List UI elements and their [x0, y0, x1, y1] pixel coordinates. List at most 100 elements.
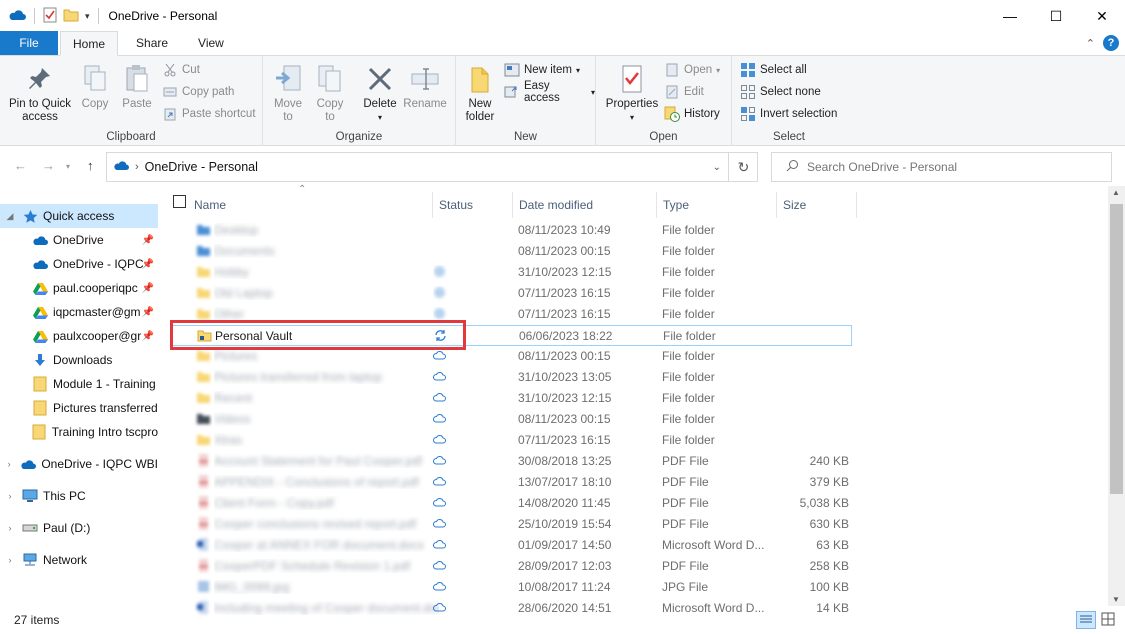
tab-share[interactable]: Share — [124, 31, 180, 55]
select-all-button[interactable]: Select all — [740, 60, 807, 80]
scrollbar-thumb[interactable] — [1110, 204, 1123, 494]
folder-icon — [197, 435, 210, 445]
tab-view[interactable]: View — [186, 31, 236, 55]
table-row[interactable]: Hobby 31/10/2023 12:15 File folder — [170, 262, 852, 283]
delete-button[interactable]: Delete ▾ — [361, 62, 399, 124]
nav-this-pc-label: This PC — [43, 489, 86, 503]
edit-button[interactable]: Edit — [664, 82, 704, 102]
column-header-size[interactable]: Size — [777, 192, 857, 218]
table-row[interactable]: Xtras 07/11/2023 16:15 File folder — [170, 430, 852, 451]
paste-shortcut-button[interactable]: Paste shortcut — [162, 104, 256, 124]
table-row[interactable]: Account Statement for Paul Cooper.pdf 30/… — [170, 451, 852, 472]
back-arrow-icon[interactable]: ← — [14, 158, 27, 173]
sidebar-item-1[interactable]: OneDrive - IQPC 📌 — [0, 252, 158, 276]
invert-selection-button[interactable]: Invert selection — [740, 104, 837, 124]
details-view-icon[interactable] — [1076, 611, 1096, 629]
table-row[interactable]: Cooper conclusions revised report.pdf 25/… — [170, 514, 852, 535]
rename-button[interactable]: Rename — [403, 62, 447, 111]
nav-network[interactable]: › Network — [0, 548, 158, 572]
column-header-date-modified[interactable]: Date modified — [513, 192, 657, 218]
nav-onedrive-iqpc-wbi[interactable]: › OneDrive - IQPC WBI — [0, 452, 158, 476]
close-button[interactable]: ✕ — [1079, 0, 1125, 32]
history-button[interactable]: History — [664, 104, 720, 124]
table-row[interactable]: CooperPDF Schedule Revision 1.pdf 28/09/2… — [170, 556, 852, 577]
scroll-down-icon[interactable]: ▼ — [1112, 595, 1120, 604]
file-status — [433, 475, 453, 489]
sidebar-item-7[interactable]: Pictures transferred — [0, 396, 158, 420]
sidebar-item-2[interactable]: paul.cooperiqpc 📌 — [0, 276, 158, 300]
address-dropdown-icon[interactable]: ⌄ — [713, 162, 721, 173]
minimize-button[interactable]: — — [987, 0, 1033, 32]
sidebar-item-4[interactable]: paulxcooper@gr 📌 — [0, 324, 158, 348]
search-box[interactable] — [771, 152, 1112, 182]
collapsed-chevron-icon[interactable]: › — [4, 459, 14, 469]
open-dropdown-icon: ▾ — [716, 65, 721, 75]
vertical-scrollbar[interactable]: ▲ ▼ — [1108, 186, 1125, 606]
nav-quick-access[interactable]: ◢ Quick access — [0, 204, 158, 228]
tab-file[interactable]: File — [0, 31, 58, 55]
column-header-status[interactable]: Status — [433, 192, 513, 218]
breadcrumb-chevron-icon[interactable]: › — [135, 161, 139, 173]
new-folder-quick-icon[interactable] — [63, 8, 79, 25]
cut-button[interactable]: Cut — [162, 60, 200, 80]
properties-quick-icon[interactable] — [43, 7, 57, 26]
maximize-button[interactable]: ☐ — [1033, 0, 1079, 32]
tab-home[interactable]: Home — [60, 31, 119, 56]
help-icon[interactable]: ? — [1103, 35, 1119, 51]
select-none-button[interactable]: Select none — [740, 82, 821, 102]
select-all-checkbox[interactable] — [173, 195, 186, 208]
table-row[interactable]: Old Laptop 07/11/2023 16:15 File folder — [170, 283, 852, 304]
table-row[interactable]: Pictures transferred from laptop 31/10/20… — [170, 367, 852, 388]
refresh-icon[interactable]: ↻ — [728, 152, 758, 182]
expanded-chevron-icon[interactable]: ◢ — [4, 211, 16, 222]
forward-arrow-icon[interactable]: → — [42, 158, 55, 173]
collapsed-chevron-icon[interactable]: › — [4, 555, 16, 565]
easy-access-button[interactable]: Easy access ▾ — [504, 80, 595, 104]
pin-to-quick-access-button[interactable]: Pin to Quick access — [6, 62, 74, 124]
open-button[interactable]: Open ▾ — [664, 60, 720, 80]
sidebar-item-6[interactable]: Module 1 - Training — [0, 372, 158, 396]
table-row[interactable]: Desktop 08/11/2023 10:49 File folder — [170, 220, 852, 241]
column-header-type[interactable]: Type — [657, 192, 777, 218]
sidebar-item-3[interactable]: iqpcmaster@gm 📌 — [0, 300, 158, 324]
table-row[interactable]: APPENDIX - Conclusions of report.pdf 13/0… — [170, 472, 852, 493]
navigation-pane: ◢ Quick access OneDrive 📌 OneDrive - IQPC 📌… — [0, 186, 160, 606]
properties-button[interactable]: Properties ▾ — [604, 62, 660, 124]
collapsed-chevron-icon[interactable]: › — [4, 523, 16, 533]
address-bar[interactable]: › OneDrive - Personal ⌄ — [106, 152, 758, 182]
easy-access-label: Easy access — [524, 80, 560, 104]
new-item-button[interactable]: New item ▾ — [504, 60, 580, 80]
copy-button[interactable]: Copy — [78, 62, 112, 111]
search-icon — [786, 159, 799, 175]
table-row[interactable]: Cooper at ANNEX FOR document.docx 01/09/2… — [170, 535, 852, 556]
collapsed-chevron-icon[interactable]: › — [4, 491, 16, 501]
sidebar-item-5[interactable]: Downloads — [0, 348, 158, 372]
table-row[interactable]: Videos 08/11/2023 00:15 File folder — [170, 409, 852, 430]
move-to-button[interactable]: Move to — [271, 62, 305, 124]
collapse-ribbon-icon[interactable]: ⌃ — [1086, 37, 1095, 50]
invert-selection-icon — [740, 106, 756, 122]
search-input[interactable] — [807, 160, 1087, 174]
paste-button[interactable]: Paste — [118, 62, 156, 111]
recent-locations-icon[interactable]: ▾ — [66, 162, 70, 171]
sidebar-item-8[interactable]: Training Intro tscpro — [0, 420, 158, 444]
customize-toolbar-icon[interactable]: ▾ — [85, 11, 90, 22]
new-folder-icon — [463, 62, 497, 96]
table-row[interactable]: Client Form - Copy.pdf 14/08/2020 11:45 PD… — [170, 493, 852, 514]
scroll-up-icon[interactable]: ▲ — [1112, 188, 1120, 197]
table-row[interactable]: Documents 08/11/2023 00:15 File folder — [170, 241, 852, 262]
large-icons-view-icon[interactable] — [1101, 612, 1115, 629]
up-arrow-icon[interactable]: ↑ — [87, 158, 94, 173]
file-date-modified: 31/10/2023 12:15 — [518, 265, 612, 279]
copy-path-button[interactable]: Copy path — [162, 82, 234, 102]
rename-label: Rename — [403, 98, 447, 110]
copy-to-button[interactable]: Copy to — [313, 62, 347, 124]
nav-this-pc[interactable]: › This PC — [0, 484, 158, 508]
breadcrumb-onedrive-personal[interactable]: OneDrive - Personal — [145, 160, 258, 174]
table-row[interactable]: IMG_0099.jpg 10/08/2017 11:24 JPG File 100 … — [170, 577, 852, 598]
new-folder-button[interactable]: New folder — [460, 62, 500, 124]
nav-drive-d[interactable]: › Paul (D:) — [0, 516, 158, 540]
column-header-name[interactable]: Name — [188, 192, 433, 218]
sidebar-item-0[interactable]: OneDrive 📌 — [0, 228, 158, 252]
table-row[interactable]: Recent 31/10/2023 12:15 File folder — [170, 388, 852, 409]
